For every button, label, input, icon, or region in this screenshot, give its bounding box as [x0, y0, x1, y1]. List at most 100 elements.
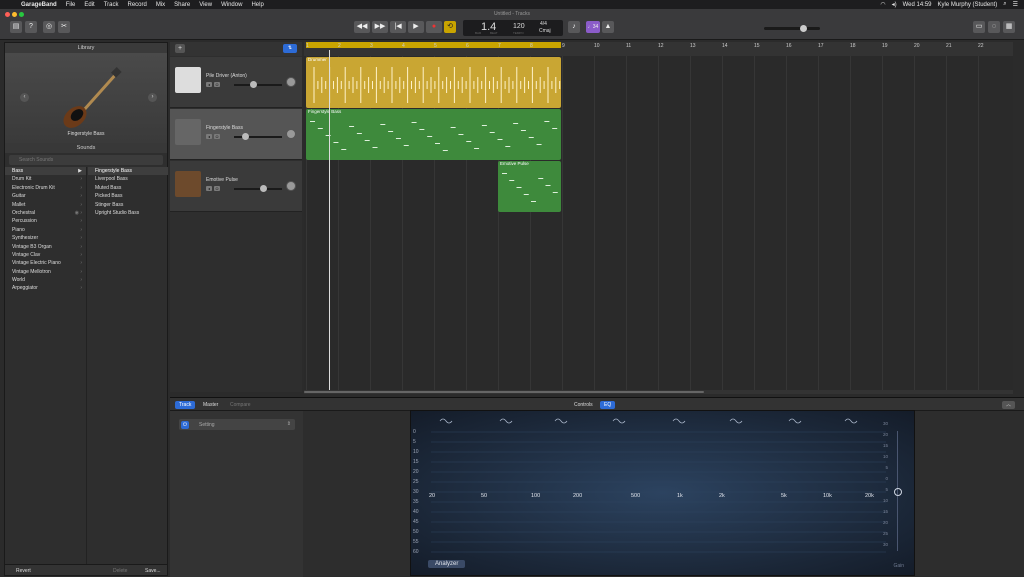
analyzer-button[interactable]: Analyzer — [428, 560, 466, 568]
category-item[interactable]: Bass ▶ — [5, 167, 86, 176]
menu-edit[interactable]: Edit — [84, 2, 94, 8]
scroll-thumb[interactable] — [304, 391, 704, 393]
mute-icon[interactable]: ◂ — [206, 82, 212, 87]
category-item[interactable]: Mallet › — [5, 201, 86, 209]
tab-compare[interactable]: Compare — [226, 401, 255, 409]
track-row[interactable]: Fingerstyle Bass ◂ Ω — [170, 109, 302, 160]
track-volume-slider[interactable] — [234, 81, 282, 88]
eq-display[interactable]: 0 5 10 15 20 25 30 35 40 45 50 55 60 30 20 15 10 5 0 5 10 15… — [410, 410, 915, 576]
track-row[interactable]: Pile Driver (Anton) ◂ Ω — [170, 57, 302, 108]
track-name[interactable]: Pile Driver (Anton) — [206, 73, 247, 79]
category-item[interactable]: Vintage B3 Organ › — [5, 243, 86, 251]
wifi-icon[interactable]: ◠ — [880, 1, 885, 8]
patch-item[interactable]: Liverpool Bass — [88, 175, 168, 183]
eq-tab[interactable]: EQ — [600, 401, 616, 409]
eq-band-icon[interactable] — [729, 418, 743, 424]
power-icon[interactable]: ⏻ — [181, 420, 189, 429]
gain-knob[interactable] — [894, 488, 902, 496]
tuner-icon[interactable]: ♪ — [568, 21, 580, 33]
volume-knob[interactable] — [260, 185, 267, 192]
editors-icon[interactable]: ✂ — [58, 21, 70, 33]
eq-band-icon[interactable] — [612, 418, 626, 424]
media-browser-icon[interactable]: ▦ — [1003, 21, 1015, 33]
horizontal-scrollbar[interactable] — [304, 390, 1013, 394]
control-center-icon[interactable]: ☰ — [1013, 1, 1018, 8]
category-item[interactable]: Synthesizer › — [5, 234, 86, 242]
play-icon[interactable]: ▶ — [408, 21, 424, 33]
master-volume-slider[interactable] — [764, 25, 820, 32]
category-item[interactable]: Vintage Mellotron › — [5, 268, 86, 276]
menu-view[interactable]: View — [199, 2, 212, 8]
eq-band-icon[interactable] — [788, 418, 802, 424]
mute-icon[interactable]: ◂ — [206, 134, 212, 139]
search-sounds-field[interactable]: Search Sounds — [9, 155, 163, 165]
category-item[interactable]: Orchestral ◉ › — [5, 209, 86, 217]
search-icon[interactable]: ⌕ — [1003, 1, 1006, 8]
volume-knob[interactable] — [250, 81, 257, 88]
volume-knob[interactable] — [242, 133, 249, 140]
track-volume-slider[interactable] — [234, 185, 282, 192]
next-patch-icon[interactable]: › — [148, 93, 157, 102]
menu-record[interactable]: Record — [127, 2, 146, 8]
smart-controls-icon[interactable]: ◎ — [43, 21, 55, 33]
patch-item[interactable]: Muted Bass — [88, 184, 168, 192]
library-toggle-icon[interactable]: ▤ — [10, 21, 22, 33]
record-icon[interactable]: ● — [426, 21, 442, 33]
user-name[interactable]: Kyle Murphy (Student) — [938, 2, 998, 8]
setting-dropdown[interactable]: ⏻ Setting ⇕ — [179, 419, 295, 430]
collapse-icon[interactable]: ︿ — [1002, 401, 1016, 409]
go-to-beginning-icon[interactable]: |◀ — [390, 21, 406, 33]
playhead[interactable] — [329, 50, 330, 390]
headphones-icon[interactable]: Ω — [214, 82, 220, 87]
patch-item[interactable]: Fingerstyle Bass — [88, 167, 168, 176]
tab-track[interactable]: Track — [175, 401, 196, 409]
delete-button[interactable]: Delete — [113, 568, 127, 574]
cycle-icon[interactable]: ⟲ — [444, 21, 456, 33]
menu-file[interactable]: File — [66, 2, 76, 8]
volume-icon[interactable]: ◂) — [892, 1, 897, 8]
pulse-region[interactable]: Emotive Pulse — [498, 161, 561, 212]
category-item[interactable]: Vintage Electric Piano › — [5, 259, 86, 267]
patch-item[interactable]: Upright Studio Bass — [88, 209, 168, 217]
master-volume-knob[interactable] — [800, 25, 807, 32]
eq-band-icon[interactable] — [554, 418, 568, 424]
menu-mix[interactable]: Mix — [156, 2, 165, 8]
loop-browser-icon[interactable]: ◌ — [988, 21, 1000, 33]
metronome-icon[interactable]: ▲ — [602, 21, 614, 33]
pan-knob[interactable] — [286, 77, 296, 87]
notepad-icon[interactable]: ▭ — [973, 21, 985, 33]
category-item[interactable]: Electronic Drum Kit › — [5, 184, 86, 192]
category-item[interactable]: Vintage Clav › — [5, 251, 86, 259]
category-item[interactable]: Percussion › — [5, 217, 86, 225]
drummer-region[interactable]: Drummer — [306, 57, 561, 108]
pan-knob[interactable] — [286, 129, 296, 139]
track-volume-slider[interactable] — [234, 133, 282, 140]
add-track-icon[interactable]: + — [175, 44, 185, 53]
tab-master[interactable]: Master — [199, 401, 222, 409]
count-in-button[interactable]: ♩34 — [586, 21, 600, 33]
smart-tempo-icon[interactable]: ⇅ — [283, 44, 297, 53]
headphones-icon[interactable]: Ω — [214, 186, 220, 191]
previous-patch-icon[interactable]: ‹ — [20, 93, 29, 102]
help-icon[interactable]: ? — [25, 21, 37, 33]
patch-item[interactable]: Stinger Bass — [88, 201, 168, 209]
bass-region[interactable]: Fingerstyle Bass — [306, 109, 561, 160]
eq-band-icon[interactable] — [499, 418, 513, 424]
menu-window[interactable]: Window — [221, 2, 242, 8]
menu-track[interactable]: Track — [104, 2, 119, 8]
ruler[interactable]: 1 2 3 4 5 6 7 8 9 10 11 12 13 14 15 16 17 18 19 20 21 22 — [304, 42, 1013, 56]
track-row[interactable]: Emotive Pulse ◂ Ω — [170, 161, 302, 212]
controls-tab[interactable]: Controls — [570, 401, 597, 409]
lcd-display[interactable]: 1.4 BAR BEAT 120 TEMPO 4/4 Cmaj — [463, 20, 563, 36]
tracks-area[interactable]: 1 2 3 4 5 6 7 8 9 10 11 12 13 14 15 16 17 18 19 20 21 22 Drum… — [304, 42, 1013, 394]
mute-icon[interactable]: ◂ — [206, 186, 212, 191]
menu-share[interactable]: Share — [174, 2, 190, 8]
clock[interactable]: Wed 14:59 — [903, 2, 932, 8]
fast-forward-icon[interactable]: ▶▶ — [372, 21, 388, 33]
menu-app[interactable]: GarageBand — [21, 2, 57, 8]
eq-band-icon[interactable] — [672, 418, 686, 424]
eq-band-icon[interactable] — [439, 418, 453, 424]
category-item[interactable]: Piano › — [5, 226, 86, 234]
pan-knob[interactable] — [286, 181, 296, 191]
headphones-icon[interactable]: Ω — [214, 134, 220, 139]
